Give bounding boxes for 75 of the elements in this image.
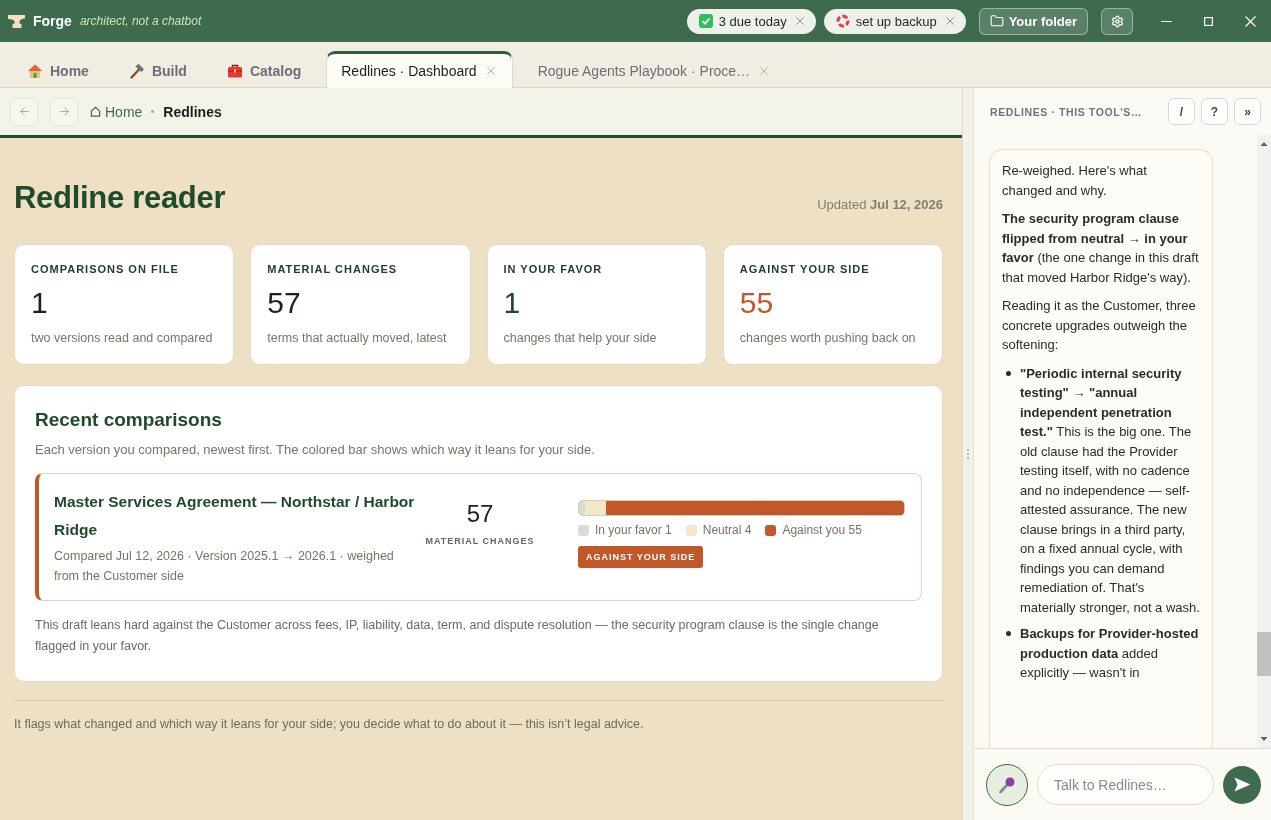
slash-button[interactable]: / <box>1168 98 1195 125</box>
toolbox-icon <box>226 63 243 79</box>
forward-button[interactable] <box>50 97 78 126</box>
summary-text: This draft leans hard against the Customer across fees, IP, liability, data, term, and dispute resolution — the security program clause is the single change flagged in your favor. <box>35 617 880 655</box>
app-name: Forge <box>33 13 72 29</box>
reminder-chip[interactable]: set up backup <box>823 8 966 34</box>
footer-note: It flags what changed and which way it leans for your side; you decide what to do about it — this isn’t legal advice. <box>14 717 645 731</box>
message-paragraph: The security program clause flipped from neutral → in your favor (the one change in this draft that moved Harbor Ridge's way). <box>1002 210 1200 287</box>
change-count-label: MATERIAL CHANGES <box>425 536 535 546</box>
breadcrumb-link[interactable]: Home <box>90 103 143 120</box>
message-bullet: "Periodic internal security testing" → "annual independent penetration test." This is the big one. The old clause had the Provider testing itself, with no cadence and no independence — self-attested assurance. The new clause brings in a third party, on a fixed annual cycle, with findings you can demand remediation of. That's materially stronger, not a wash. <box>1020 364 1200 617</box>
bullet-icon <box>1006 631 1011 636</box>
breadcrumb-current: Redlines <box>163 103 222 120</box>
legend-label: Against you 55 <box>782 523 862 537</box>
message-paragraph: Reading it as the Customer, three concrete upgrades outweigh the softening: <box>1002 297 1197 354</box>
send-icon <box>1233 777 1251 792</box>
stat-label: IN YOUR FAVOR <box>503 263 604 275</box>
stat-label: COMPARISONS ON FILE <box>31 263 180 275</box>
stat-note: two versions read and compared <box>31 331 214 345</box>
home-icon <box>90 106 101 117</box>
stat-label: AGAINST YOUR SIDE <box>739 263 871 275</box>
updated-date: Updated Jul 12, 2026 <box>817 197 943 212</box>
checkbox-icon <box>698 14 713 28</box>
microphone-icon <box>998 775 1016 794</box>
change-count: 57 <box>466 500 494 528</box>
settings-icon <box>1110 14 1124 28</box>
lifebuoy-icon <box>835 14 850 28</box>
hammer-icon <box>128 63 145 79</box>
legend-label: In your favor 1 <box>595 523 672 537</box>
settings-button[interactable] <box>1101 7 1133 35</box>
back-button[interactable] <box>10 97 38 126</box>
collapse-button[interactable]: » <box>1234 98 1261 125</box>
stat-label: MATERIAL CHANGES <box>267 263 399 275</box>
comparison-meta: Compared Jul 12, 2026 · Version 2025.1 → 2026.1 · weighed from the Customer side <box>54 548 395 585</box>
message-input[interactable]: Talk to Redlines… <box>1037 764 1214 805</box>
panel-title: REDLINES · THIS TOOL'S… <box>990 105 1143 118</box>
stat-value: 57 <box>267 287 302 319</box>
tab[interactable]: Rogue Agents Playbook · Proce… <box>522 51 787 88</box>
arrow-right-icon <box>57 105 71 118</box>
help-button[interactable]: ? <box>1201 98 1228 125</box>
separator-icon <box>151 110 155 113</box>
microphone-button[interactable] <box>986 763 1028 806</box>
bullet-icon <box>1006 370 1011 376</box>
minimize-icon <box>1160 20 1172 22</box>
close-icon <box>1244 15 1256 27</box>
message-bullet: Backups for Provider-hosted production data added explicitly — wasn't in <box>1020 625 1200 682</box>
anvil-icon <box>8 14 25 28</box>
tab[interactable]: Redlines · Dashboard <box>326 51 513 88</box>
tab[interactable]: Catalog <box>211 51 317 88</box>
folder-icon <box>989 14 1004 28</box>
legend-label: Neutral 4 <box>702 523 752 537</box>
maximize-icon <box>1203 16 1213 26</box>
stat-value: 1 <box>31 287 49 319</box>
folder-button[interactable]: Your folder <box>978 7 1088 35</box>
stat-note: changes worth pushing back on <box>739 331 917 345</box>
stat-value: 55 <box>739 287 775 319</box>
page-title: Redline reader <box>14 179 226 217</box>
arrow-left-icon <box>17 105 31 118</box>
scrollbar[interactable] <box>1257 135 1271 748</box>
tab[interactable]: Build <box>113 51 202 88</box>
tab[interactable]: Home <box>12 51 104 88</box>
panel-splitter[interactable] <box>962 88 973 820</box>
app-tagline: architect, not a chatbot <box>79 14 202 28</box>
section-title: Recent comparisons <box>35 408 223 432</box>
stat-value: 1 <box>503 287 522 319</box>
stat-note: changes that help your side <box>503 331 658 345</box>
reminder-chip[interactable]: 3 due today <box>686 8 816 34</box>
message-paragraph: Re-weighed. Here's what changed and why. <box>1002 162 1148 200</box>
comparison-title: Master Services Agreement — Northstar / Harbor Ridge <box>54 492 416 540</box>
lean-badge: AGAINST YOUR SIDE <box>578 546 704 568</box>
comparison-card[interactable] <box>35 473 922 601</box>
section-subtitle: Each version you compared, newest first. The colored bar shows which way it leans for your side. <box>35 442 596 457</box>
send-button[interactable] <box>1223 765 1261 804</box>
house-icon <box>27 63 43 79</box>
stat-note: terms that actually moved, latest <box>267 331 448 345</box>
